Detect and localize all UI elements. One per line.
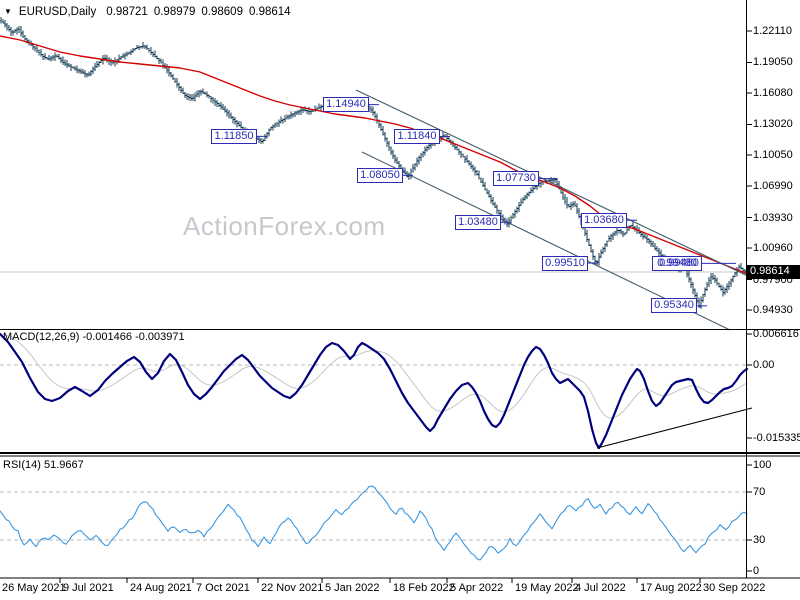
quote-low: 0.98609	[201, 6, 243, 18]
quote-open: 0.98721	[106, 6, 148, 18]
chart-canvas[interactable]	[0, 0, 800, 600]
rsi-indicator-label: RSI(14) 51.9667	[3, 459, 84, 471]
symbol-timeframe-label: EURUSD,Daily	[19, 6, 96, 18]
quote-high: 0.98979	[154, 6, 196, 18]
watermark: ActionForex.com	[183, 211, 386, 242]
quote-close: 0.98614	[249, 6, 291, 18]
trading-chart-window: ▼ EURUSD,Daily 0.98721 0.98979 0.98609 0.9861…	[0, 0, 800, 600]
dropdown-arrow-icon[interactable]: ▼	[4, 7, 12, 16]
macd-indicator-label: MACD(12,26,9) -0.001466 -0.003971	[3, 331, 185, 343]
chart-title: ▼ EURUSD,Daily 0.98721 0.98979 0.98609 0.9861…	[4, 6, 297, 18]
